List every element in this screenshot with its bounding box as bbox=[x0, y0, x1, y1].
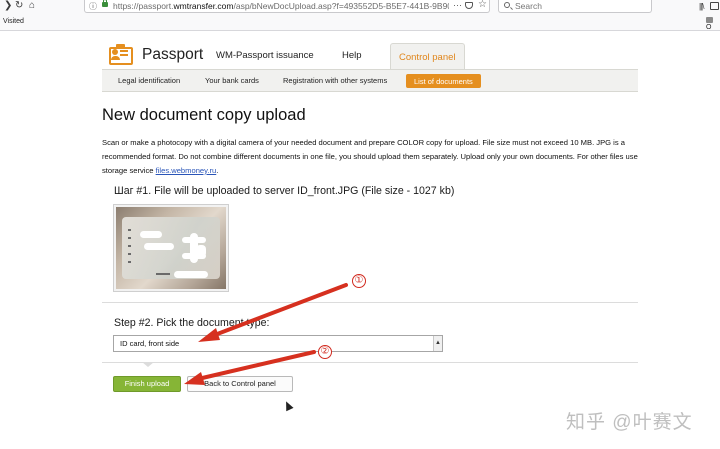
browser-toolbar: ❯ ↻ ⌂ ⓘ https://passport.wmtransfer.com/… bbox=[0, 0, 720, 14]
bookmark-other[interactable]: O bbox=[706, 17, 720, 31]
storage-service-link[interactable]: files.webmoney.ru bbox=[156, 166, 217, 175]
watermark: 知乎 @叶赛文 bbox=[566, 412, 693, 433]
address-bar[interactable]: ⓘ https://passport.wmtransfer.com/asp/bN… bbox=[84, 0, 490, 13]
back-to-control-panel-button[interactable]: Back to Control panel bbox=[187, 376, 293, 392]
browser-search-input[interactable] bbox=[515, 0, 645, 12]
site-info-icon[interactable]: ⓘ bbox=[89, 1, 97, 12]
uploaded-document-thumbnail bbox=[113, 204, 229, 292]
search-icon bbox=[504, 2, 510, 8]
tab-help[interactable]: Help bbox=[342, 50, 362, 61]
brand-title[interactable]: Passport bbox=[142, 46, 203, 64]
mouse-cursor-icon bbox=[282, 399, 294, 412]
subnav-bank-cards[interactable]: Your bank cards bbox=[205, 76, 259, 85]
pocket-icon[interactable] bbox=[465, 2, 473, 9]
form-divider bbox=[102, 358, 638, 363]
finish-upload-button[interactable]: Finish upload bbox=[113, 376, 181, 392]
browser-search-box[interactable] bbox=[498, 0, 652, 13]
annotation-arrows bbox=[184, 283, 348, 385]
reload-icon[interactable]: ↻ bbox=[15, 0, 23, 12]
step1-label: Шаг #1. File will be uploaded to server … bbox=[114, 185, 455, 197]
bookmarks-bar: Visited O bbox=[0, 14, 720, 31]
sub-navigation: Legal identification Your bank cards Reg… bbox=[102, 69, 638, 92]
passport-logo-icon[interactable] bbox=[109, 44, 133, 66]
dropdown-arrow-icon[interactable]: ▲ bbox=[433, 336, 442, 351]
lock-icon bbox=[102, 0, 108, 7]
step2-label: Step #2. Pick the document type: bbox=[114, 317, 270, 329]
upload-instructions: Scan or make a photocopy with a digital … bbox=[102, 136, 638, 178]
id-card-photo bbox=[116, 207, 226, 289]
arrow-1 bbox=[198, 283, 348, 342]
document-type-select[interactable]: ID card, front side ▲ bbox=[113, 335, 443, 352]
subnav-list-of-documents[interactable]: List of documents bbox=[406, 74, 481, 88]
divider-notch-icon bbox=[142, 362, 154, 367]
sidebar-toggle-icon[interactable] bbox=[710, 2, 719, 10]
page-actions-icon[interactable]: ··· bbox=[453, 0, 462, 11]
page-title: New document copy upload bbox=[102, 106, 306, 124]
document-type-value: ID card, front side bbox=[120, 339, 180, 348]
annotation-marker-2: ② bbox=[318, 345, 332, 359]
subnav-registration-other-systems[interactable]: Registration with other systems bbox=[283, 76, 387, 85]
instructions-end: . bbox=[216, 166, 219, 175]
tab-wm-passport-issuance[interactable]: WM-Passport issuance bbox=[216, 50, 314, 61]
forward-icon[interactable]: ❯ bbox=[4, 0, 12, 12]
tab-control-panel[interactable]: Control panel bbox=[390, 43, 465, 69]
subnav-legal-identification[interactable]: Legal identification bbox=[118, 76, 180, 85]
annotation-marker-1: ① bbox=[352, 274, 366, 288]
bookmark-visited[interactable]: Visited bbox=[3, 18, 24, 25]
url-text[interactable]: https://passport.wmtransfer.com/asp/bNew… bbox=[113, 0, 449, 12]
bookmark-star-icon[interactable]: ☆ bbox=[478, 0, 487, 10]
section-divider bbox=[102, 302, 638, 303]
home-icon[interactable]: ⌂ bbox=[29, 0, 35, 12]
library-icon[interactable]: |||\ bbox=[699, 2, 705, 11]
